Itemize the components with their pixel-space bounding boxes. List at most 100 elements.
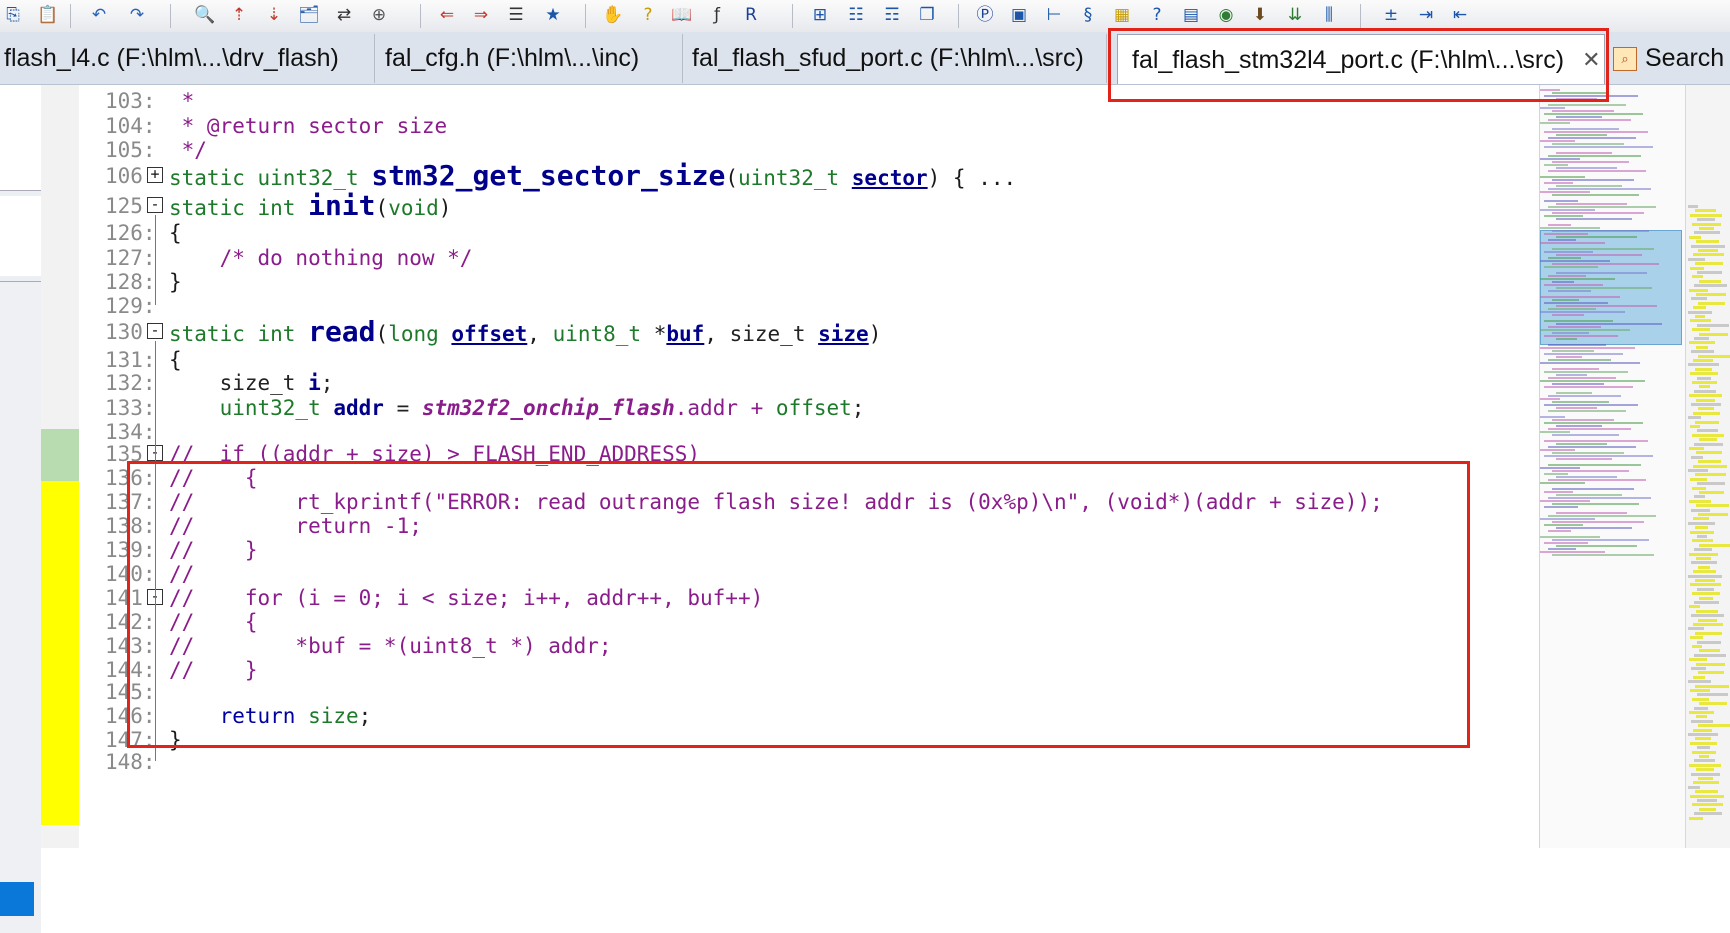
help-box-icon[interactable]: ? xyxy=(1144,2,1170,28)
line-number: 133: xyxy=(105,396,156,420)
side-panel-input[interactable] xyxy=(0,196,41,276)
code-token: uint32_t xyxy=(169,396,334,420)
scrollbar-marker xyxy=(1696,557,1711,560)
scrollbar-marker xyxy=(1693,675,1705,679)
fold-expand-icon[interactable]: + xyxy=(147,167,163,183)
vertical-scrollbar[interactable] xyxy=(1685,85,1730,848)
window-icon[interactable]: ❐ xyxy=(914,2,940,28)
p-circle-icon[interactable]: Ⓟ xyxy=(972,2,998,28)
minimap-line xyxy=(1556,185,1622,187)
replace-icon[interactable]: ⇄ xyxy=(331,2,357,28)
code-token: int xyxy=(257,322,309,346)
scrollbar-marker xyxy=(1688,416,1701,420)
minimap-line xyxy=(1540,209,1595,211)
bookmark-next-icon[interactable]: ⇒ xyxy=(468,2,494,28)
side-panel-selected-item[interactable] xyxy=(0,882,34,916)
help-icon[interactable]: ? xyxy=(635,2,661,28)
find-files-icon[interactable]: 🗂 xyxy=(296,2,322,28)
find-icon[interactable]: 🔍 xyxy=(192,2,218,28)
code-token: ; xyxy=(320,371,334,395)
image-icon[interactable]: ▣ xyxy=(1006,2,1032,28)
side-panel-background xyxy=(0,275,41,933)
minimap-line xyxy=(1556,272,1647,274)
indent-icon[interactable]: ⇥ xyxy=(1413,2,1439,28)
scrollbar-marker xyxy=(1694,389,1716,393)
paste-icon[interactable]: 📋 xyxy=(35,2,61,28)
plus-minus-icon[interactable]: ± xyxy=(1378,2,1404,28)
scrollbar-marker xyxy=(1690,266,1704,270)
scrollbar-marker xyxy=(1690,689,1710,692)
copy-icon[interactable]: ⎘ xyxy=(0,2,26,28)
scrollbar-marker xyxy=(1689,763,1721,767)
minimap-line xyxy=(1548,497,1651,499)
function-icon[interactable]: ƒ xyxy=(704,2,730,28)
layout-list-icon[interactable]: ☷ xyxy=(843,2,869,28)
minimap-line xyxy=(1556,545,1637,547)
minimap-line xyxy=(1540,449,1575,451)
code-token: stm32f2_onchip_flash xyxy=(421,396,675,420)
scrollbar-marker xyxy=(1692,697,1709,701)
tab-fal-flash-sfud-port[interactable]: fal_flash_sfud_port.c (F:\hlm\...\src) xyxy=(683,34,1107,83)
line-number: 142: xyxy=(105,610,156,634)
tab-fal-flash-stm32l4-port[interactable]: fal_flash_stm32l4_port.c (F:\hlm\...\src… xyxy=(1117,34,1605,84)
code-editor[interactable]: 103: * 104: * @return sector size 105: */ 1… xyxy=(79,85,1539,848)
toolbar-separator xyxy=(1360,4,1361,28)
redo-icon[interactable]: ↷ xyxy=(124,2,150,28)
scrollbar-marker xyxy=(1693,411,1720,415)
fold-collapse-icon[interactable]: - xyxy=(147,323,163,339)
code-text: // rt_kprintf("ERROR: read outrange flas… xyxy=(169,489,1383,515)
line-number: 138: xyxy=(105,514,156,538)
scrollbar-marker xyxy=(1688,785,1700,789)
layout-detail-icon[interactable]: ☶ xyxy=(879,2,905,28)
tab-search[interactable]: ⌕ Search xyxy=(1613,34,1724,83)
bookmark-list-icon[interactable]: ☰ xyxy=(503,2,529,28)
arrow-down-icon[interactable]: ⬇ xyxy=(1247,2,1273,28)
minimap-line xyxy=(1540,551,1605,553)
tab-label: fal_cfg.h (F:\hlm\...\inc) xyxy=(385,44,640,72)
fold-guide-line xyxy=(155,463,156,669)
layout-grid-icon[interactable]: ⊞ xyxy=(807,2,833,28)
fold-collapse-icon[interactable]: - xyxy=(147,197,163,213)
scrollbar-marker xyxy=(1696,398,1715,402)
scrollbar-marker xyxy=(1695,262,1723,266)
code-token: addr xyxy=(333,396,384,420)
bookmark-star-icon[interactable]: ★ xyxy=(540,2,566,28)
web-icon[interactable]: ⊕ xyxy=(366,2,392,28)
code-token: void xyxy=(388,196,439,220)
tab-fal-cfg[interactable]: fal_cfg.h (F:\hlm\...\inc) xyxy=(375,34,683,83)
tree-icon[interactable]: ⊢ xyxy=(1041,2,1067,28)
outdent-icon[interactable]: ⇤ xyxy=(1447,2,1473,28)
find-next-icon[interactable]: ⇣ xyxy=(261,2,287,28)
minimap-line xyxy=(1548,428,1631,430)
code-token: // } xyxy=(169,538,258,562)
close-icon[interactable]: ✕ xyxy=(1582,48,1600,73)
script-icon[interactable]: § xyxy=(1075,2,1101,28)
tab-flash-l4[interactable]: flash_l4.c (F:\hlm\...\drv_flash) xyxy=(0,34,375,83)
document-minimap[interactable] xyxy=(1539,85,1686,848)
minimap-line xyxy=(1540,329,1630,331)
scrollbar-marker xyxy=(1693,570,1716,574)
code-token: { xyxy=(169,221,182,245)
code-token: // return -1; xyxy=(169,514,422,538)
minimap-line xyxy=(1540,398,1560,400)
book-icon[interactable]: 📖 xyxy=(669,2,695,28)
minimap-line xyxy=(1556,338,1577,340)
merge-icon[interactable]: ⇊ xyxy=(1282,2,1308,28)
clipboard-icon[interactable]: ▤ xyxy=(1178,2,1204,28)
scrollbar-marker xyxy=(1689,394,1722,398)
globe-icon[interactable]: ◉ xyxy=(1213,2,1239,28)
regex-icon[interactable]: R xyxy=(738,2,764,28)
find-prev-icon[interactable]: ⇡ xyxy=(226,2,252,28)
blocks-icon[interactable]: ▦ xyxy=(1109,2,1135,28)
minimap-line xyxy=(1544,182,1573,184)
scrollbar-marker xyxy=(1693,781,1719,785)
scrollbar-marker xyxy=(1690,636,1703,640)
minimap-line xyxy=(1540,347,1635,349)
columns-icon[interactable]: ⫼ xyxy=(1316,2,1342,28)
undo-icon[interactable]: ↶ xyxy=(86,2,112,28)
scrollbar-marker xyxy=(1697,218,1715,222)
code-token: buf xyxy=(666,322,705,346)
bookmark-prev-icon[interactable]: ⇐ xyxy=(434,2,460,28)
hand-icon[interactable]: ✋ xyxy=(600,2,626,28)
minimap-line xyxy=(1540,242,1605,244)
